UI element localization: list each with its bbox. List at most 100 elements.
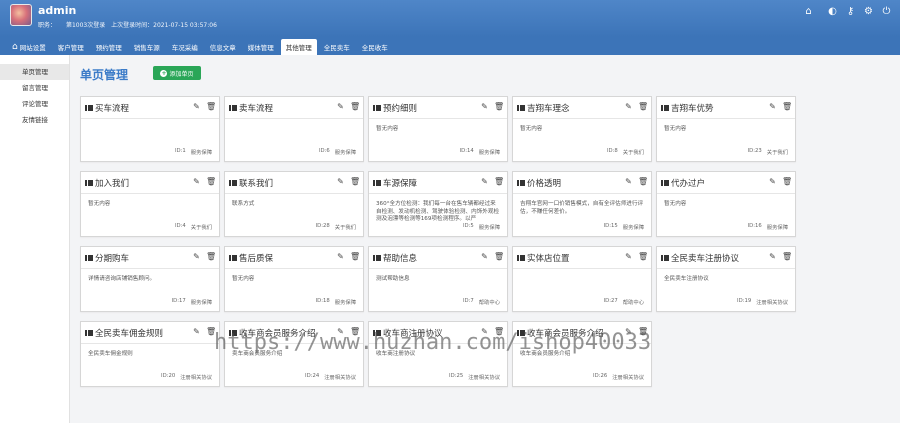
edit-icon[interactable]: ✎ (480, 252, 489, 261)
page-card: 分期购车 ✎ 🗑 详情请咨询店铺销售顾问。 ID:17 服务保障 (80, 246, 220, 312)
edit-icon[interactable]: ✎ (336, 177, 345, 186)
power-icon[interactable]: ⏻ (881, 6, 892, 17)
trash-icon[interactable]: 🗑 (494, 102, 504, 111)
card-tools: ✎ 🗑 (768, 177, 792, 186)
trash-icon[interactable]: 🗑 (206, 102, 216, 111)
login-info: 职务： 第1003次登录 上次登录时间：2021-07-15 03:57:06 (38, 20, 217, 29)
edit-icon[interactable]: ✎ (768, 102, 777, 111)
edit-icon[interactable]: ✎ (336, 102, 345, 111)
edit-icon[interactable]: ✎ (624, 102, 633, 111)
nav-item-car-reports[interactable]: 车况采编 (167, 39, 203, 55)
document-icon (517, 178, 526, 187)
nav-item-other[interactable]: 其他管理 (280, 39, 317, 55)
sidebar-item-links[interactable]: 友情链接 (0, 112, 69, 128)
card-tools: ✎ 🗑 (192, 327, 216, 336)
edit-icon[interactable]: ✎ (480, 102, 489, 111)
document-icon (229, 178, 238, 187)
trash-icon[interactable]: 🗑 (494, 252, 504, 261)
card-footer: ID:7 帮助中心 (463, 298, 500, 306)
card-title: 车源保障 (383, 178, 418, 189)
page-card: 预约细则 ✎ 🗑 暂无内容 ID:14 服务保障 (368, 96, 508, 162)
card-tools: ✎ 🗑 (192, 102, 216, 111)
nav-item-customers[interactable]: 客户管理 (53, 39, 89, 55)
card-title: 买车流程 (95, 103, 130, 114)
nav-item-site-settings[interactable]: ⌂ 网站设置 (7, 39, 51, 55)
edit-icon[interactable]: ✎ (192, 252, 201, 261)
trash-icon[interactable]: 🗑 (782, 102, 792, 111)
avatar[interactable] (10, 4, 32, 26)
card-category: 注册相关协议 (612, 375, 644, 381)
card-category: 帮助中心 (478, 300, 500, 306)
card-footer: ID:4 关于我们 (175, 223, 212, 231)
trash-icon[interactable]: 🗑 (782, 252, 792, 261)
trash-icon[interactable]: 🗑 (782, 177, 792, 186)
nav-item-articles[interactable]: 信息文章 (205, 39, 241, 55)
card-header: 预约细则 ✎ 🗑 (369, 97, 507, 119)
trash-icon[interactable]: 🗑 (638, 252, 648, 261)
trash-icon[interactable]: 🗑 (206, 177, 216, 186)
card-footer: ID:23 关于我们 (748, 148, 788, 156)
key-icon[interactable]: ⚷ (845, 6, 856, 17)
document-icon (661, 253, 670, 262)
top-header: admin 职务： 第1003次登录 上次登录时间：2021-07-15 03:… (0, 0, 900, 37)
card-title: 价格透明 (527, 178, 562, 189)
nav-label: 网站设置 (19, 44, 46, 52)
page-card: 代办过户 ✎ 🗑 暂无内容 ID:16 服务保障 (656, 171, 796, 237)
edit-icon[interactable]: ✎ (768, 252, 777, 261)
card-category: 服务保障 (766, 225, 788, 231)
card-category: 注册相关协议 (468, 375, 500, 381)
add-page-button[interactable]: + 添加单页 (153, 66, 201, 80)
edit-icon[interactable]: ✎ (192, 327, 201, 336)
trash-icon[interactable]: 🗑 (350, 102, 360, 111)
edit-icon[interactable]: ✎ (768, 177, 777, 186)
page-card: 加入我们 ✎ 🗑 暂无内容 ID:4 关于我们 (80, 171, 220, 237)
trash-icon[interactable]: 🗑 (206, 252, 216, 261)
trash-icon[interactable]: 🗑 (350, 177, 360, 186)
nav-item-media[interactable]: 媒体管理 (243, 39, 279, 55)
nav-item-sell-car[interactable]: 全民卖车 (319, 39, 355, 55)
edit-icon[interactable]: ✎ (624, 252, 633, 261)
nav-item-cars-for-sale[interactable]: 销售车源 (129, 39, 165, 55)
card-tools: ✎ 🗑 (768, 102, 792, 111)
card-tools: ✎ 🗑 (768, 252, 792, 261)
card-footer: ID:17 服务保障 (172, 298, 212, 306)
sidebar-item-pages[interactable]: 单页管理 (0, 64, 69, 80)
trash-icon[interactable]: 🗑 (494, 177, 504, 186)
page-card: 售后质保 ✎ 🗑 暂无内容 ID:18 服务保障 (224, 246, 364, 312)
nav-item-bookings[interactable]: 预约管理 (91, 39, 127, 55)
card-tools: ✎ 🗑 (192, 252, 216, 261)
card-category: 关于我们 (334, 225, 356, 231)
card-title: 代办过户 (671, 178, 706, 189)
card-category: 服务保障 (190, 150, 212, 156)
palette-icon[interactable]: ◐ (827, 6, 838, 17)
sidebar-item-comments[interactable]: 评论管理 (0, 96, 69, 112)
gear-icon[interactable]: ⚙ (863, 6, 874, 17)
edit-icon[interactable]: ✎ (480, 177, 489, 186)
nav-label: 其他管理 (285, 44, 312, 52)
trash-icon[interactable]: 🗑 (638, 177, 648, 186)
card-title: 联系我们 (239, 178, 274, 189)
card-footer: ID:5 服务保障 (463, 223, 500, 231)
page-card: 实体店位置 ✎ 🗑 ID:27 帮助中心 (512, 246, 652, 312)
card-id: ID:24 (305, 373, 320, 379)
nav-label: 客户管理 (57, 44, 84, 52)
document-icon (661, 103, 670, 112)
card-header: 价格透明 ✎ 🗑 (513, 172, 651, 194)
add-page-label: 添加单页 (169, 70, 194, 78)
card-header: 吉翔车优势 ✎ 🗑 (657, 97, 795, 119)
card-footer: ID:28 关于我们 (316, 223, 356, 231)
sidebar-item-messages[interactable]: 留言管理 (0, 80, 69, 96)
trash-icon[interactable]: 🗑 (350, 252, 360, 261)
nav-item-buy-car[interactable]: 全民收车 (357, 39, 393, 55)
home-icon[interactable]: ⌂ (803, 6, 814, 17)
edit-icon[interactable]: ✎ (192, 102, 201, 111)
card-tools: ✎ 🗑 (336, 102, 360, 111)
edit-icon[interactable]: ✎ (336, 252, 345, 261)
page-title: 单页管理 (80, 68, 129, 82)
trash-icon[interactable]: 🗑 (638, 102, 648, 111)
card-tools: ✎ 🗑 (480, 177, 504, 186)
nav-label: 预约管理 (95, 44, 122, 52)
edit-icon[interactable]: ✎ (192, 177, 201, 186)
edit-icon[interactable]: ✎ (624, 177, 633, 186)
card-category: 服务保障 (334, 300, 356, 306)
